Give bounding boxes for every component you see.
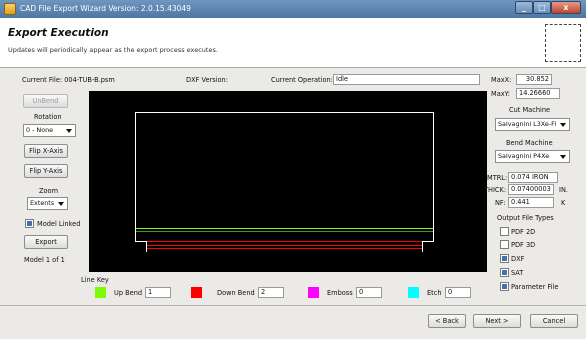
- app-icon: [4, 3, 16, 15]
- window-title: CAD File Export Wizard Version: 2.0.15.4…: [20, 4, 191, 13]
- pdf-2d-checkbox[interactable]: [500, 227, 509, 236]
- model-count: Model 1 of 1: [24, 256, 65, 264]
- parameter-file-checkbox[interactable]: [500, 282, 509, 291]
- pdf-3d-label: PDF 3D: [511, 241, 536, 249]
- dxf-version-label: DXF Version:: [186, 76, 228, 84]
- zoom-value: Extents: [30, 199, 55, 207]
- header-image-placeholder: [545, 24, 581, 62]
- max-y-label: MaxY:: [491, 90, 511, 98]
- back-button[interactable]: < Back: [428, 314, 466, 328]
- chevron-down-icon: [560, 155, 566, 159]
- material-label: MTRL:: [487, 174, 508, 182]
- title-bar[interactable]: CAD File Export Wizard Version: 2.0.15.4…: [0, 0, 586, 18]
- flip-x-axis-button[interactable]: Flip X-Axis: [24, 144, 68, 158]
- preview-background: [89, 91, 487, 272]
- etch-swatch: [408, 287, 419, 298]
- model-linked-label: Model Linked: [37, 220, 81, 228]
- bend-machine-label: Bend Machine: [506, 139, 553, 147]
- close-icon: x: [563, 3, 569, 12]
- wizard-header: Export Execution Updates will periodical…: [0, 18, 586, 68]
- up-bend-swatch: [95, 287, 106, 298]
- model-linked-checkbox[interactable]: [25, 219, 34, 228]
- down-bend-swatch: [191, 287, 202, 298]
- etch-label: Etch: [427, 289, 442, 297]
- neutral-factor-field: 0.441: [508, 197, 554, 208]
- material-field: 0.074 IRON: [508, 172, 558, 183]
- etch-count: 0: [445, 287, 471, 298]
- rotation-label: Rotation: [34, 113, 62, 121]
- zoom-label: Zoom: [39, 187, 59, 195]
- chevron-down-icon: [560, 123, 566, 127]
- up-bend-count: 1: [145, 287, 171, 298]
- rotation-select[interactable]: 0 - None: [23, 124, 76, 137]
- parameter-file-label: Parameter File: [511, 283, 559, 291]
- cancel-button[interactable]: Cancel: [530, 314, 578, 328]
- down-bend-count: 2: [258, 287, 284, 298]
- neutral-factor-unit: K: [561, 199, 566, 207]
- zoom-select[interactable]: Extents: [27, 197, 68, 210]
- next-button[interactable]: Next >: [473, 314, 521, 328]
- maximize-icon: □: [538, 3, 546, 12]
- dxf-checkbox[interactable]: [500, 254, 509, 263]
- bend-machine-select[interactable]: Salvagnini P4Xe: [495, 150, 570, 163]
- line-key-title: Line Key: [81, 276, 109, 284]
- emboss-swatch: [308, 287, 319, 298]
- footer-divider: [0, 305, 586, 306]
- thickness-field: 0.07400003: [508, 184, 554, 195]
- pdf-3d-checkbox[interactable]: [500, 240, 509, 249]
- unbend-button[interactable]: UnBend: [23, 94, 68, 108]
- max-x-field: 30.852: [516, 74, 552, 85]
- export-wizard-window: CAD File Export Wizard Version: 2.0.15.4…: [0, 0, 586, 339]
- current-file-label: Current File: 004-TUB-B.psm: [22, 76, 115, 84]
- emboss-count: 0: [356, 287, 382, 298]
- chevron-down-icon: [58, 202, 64, 206]
- rotation-value: 0 - None: [26, 126, 54, 134]
- export-button[interactable]: Export: [24, 235, 68, 249]
- cut-machine-value: Salvagnini L3Xe-Fi: [498, 120, 557, 128]
- cut-machine-label: Cut Machine: [509, 106, 551, 114]
- dxf-label: DXF: [511, 255, 525, 263]
- output-file-types-label: Output File Types: [497, 214, 554, 222]
- maximize-button[interactable]: □: [533, 1, 551, 14]
- minimize-icon: _: [522, 3, 526, 12]
- up-bend-label: Up Bend: [114, 289, 143, 297]
- close-button[interactable]: x: [551, 1, 581, 14]
- pdf-2d-label: PDF 2D: [511, 228, 536, 236]
- sat-label: SAT: [511, 269, 524, 277]
- emboss-label: Emboss: [327, 289, 353, 297]
- page-subtitle: Updates will periodically appear as the …: [8, 46, 218, 54]
- current-operation-field: Idle: [333, 74, 480, 85]
- bend-machine-value: Salvagnini P4Xe: [498, 152, 550, 160]
- flip-y-axis-button[interactable]: Flip Y-Axis: [24, 164, 68, 178]
- sat-checkbox[interactable]: [500, 268, 509, 277]
- cut-machine-select[interactable]: Salvagnini L3Xe-Fi: [495, 118, 570, 131]
- down-bend-label: Down Bend: [217, 289, 255, 297]
- current-operation-label: Current Operation:: [271, 76, 333, 84]
- dxf-preview-canvas[interactable]: [89, 91, 487, 272]
- page-title: Export Execution: [8, 27, 109, 39]
- max-x-label: MaxX:: [491, 76, 512, 84]
- neutral-factor-label: NF:: [495, 199, 506, 207]
- chevron-down-icon: [66, 129, 72, 133]
- minimize-button[interactable]: _: [515, 1, 533, 14]
- thickness-unit: IN.: [559, 186, 568, 194]
- max-y-field: 14.26660: [516, 88, 560, 99]
- thickness-label: THICK:: [484, 186, 507, 194]
